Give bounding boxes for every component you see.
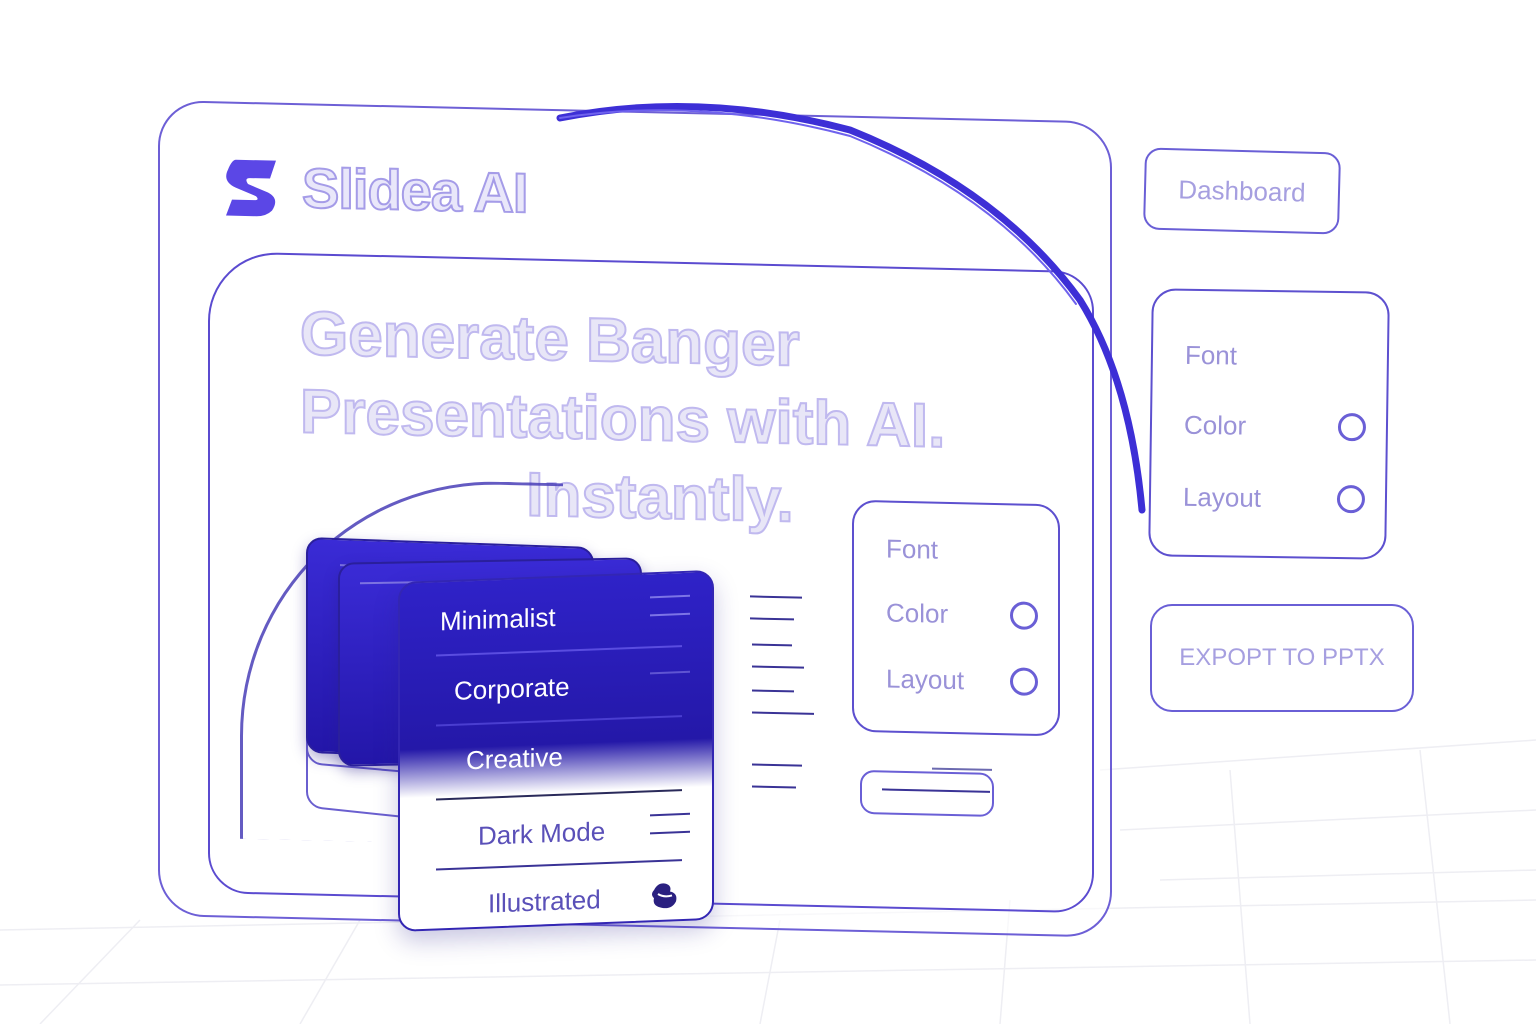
side-layout-label: Layout	[1182, 481, 1262, 513]
inner-small-input[interactable]	[860, 769, 994, 817]
inner-layout-label: Layout	[886, 663, 965, 695]
side-layout-row[interactable]: Layout	[1183, 477, 1366, 520]
dashboard-label: Dashboard	[1178, 173, 1306, 208]
style-menu: Minimalist Corporate Creative Dark Mode …	[398, 569, 714, 932]
app-name: Slidea AI	[301, 155, 528, 225]
style-option-label: Creative	[466, 741, 563, 775]
blob-icon	[652, 883, 677, 909]
side-color-radio[interactable]	[1337, 412, 1367, 442]
inner-color-label: Color	[886, 597, 949, 629]
headline-line-2: Presentations with AI.	[299, 376, 946, 462]
inner-layout-row[interactable]: Layout	[886, 659, 1038, 702]
dashboard-button[interactable]: Dashboard	[1142, 147, 1342, 235]
side-color-label: Color	[1183, 409, 1247, 441]
side-layout-radio[interactable]	[1336, 484, 1366, 514]
style-option-creative[interactable]: Creative	[400, 718, 712, 796]
inner-color-radio[interactable]	[1010, 601, 1038, 630]
style-option-label: Minimalist	[440, 601, 556, 636]
inner-layout-radio[interactable]	[1010, 667, 1038, 696]
export-label: EXPOPT TO PPTX	[1179, 644, 1385, 671]
inner-font-row[interactable]: Font	[886, 529, 1038, 572]
style-option-label: Illustrated	[488, 883, 601, 919]
style-option-label: Corporate	[454, 670, 570, 706]
style-option-corporate[interactable]: Corporate	[400, 648, 712, 726]
inner-settings-panel: Font Color Layout	[852, 499, 1060, 737]
side-font-label: Font	[1184, 339, 1238, 371]
side-color-row[interactable]: Color	[1184, 405, 1367, 448]
style-option-minimalist[interactable]: Minimalist	[400, 578, 712, 656]
inner-color-row[interactable]: Color	[886, 593, 1038, 636]
side-settings-panel: Font Color Layout	[1148, 288, 1390, 560]
style-option-label: Dark Mode	[478, 815, 606, 851]
inner-font-label: Font	[886, 533, 939, 565]
s-logo-icon	[226, 159, 276, 216]
export-button[interactable]: EXPOPT TO PPTX	[1150, 604, 1414, 712]
side-font-row[interactable]: Font	[1185, 335, 1368, 378]
logo[interactable]: Slidea AI	[220, 153, 528, 225]
